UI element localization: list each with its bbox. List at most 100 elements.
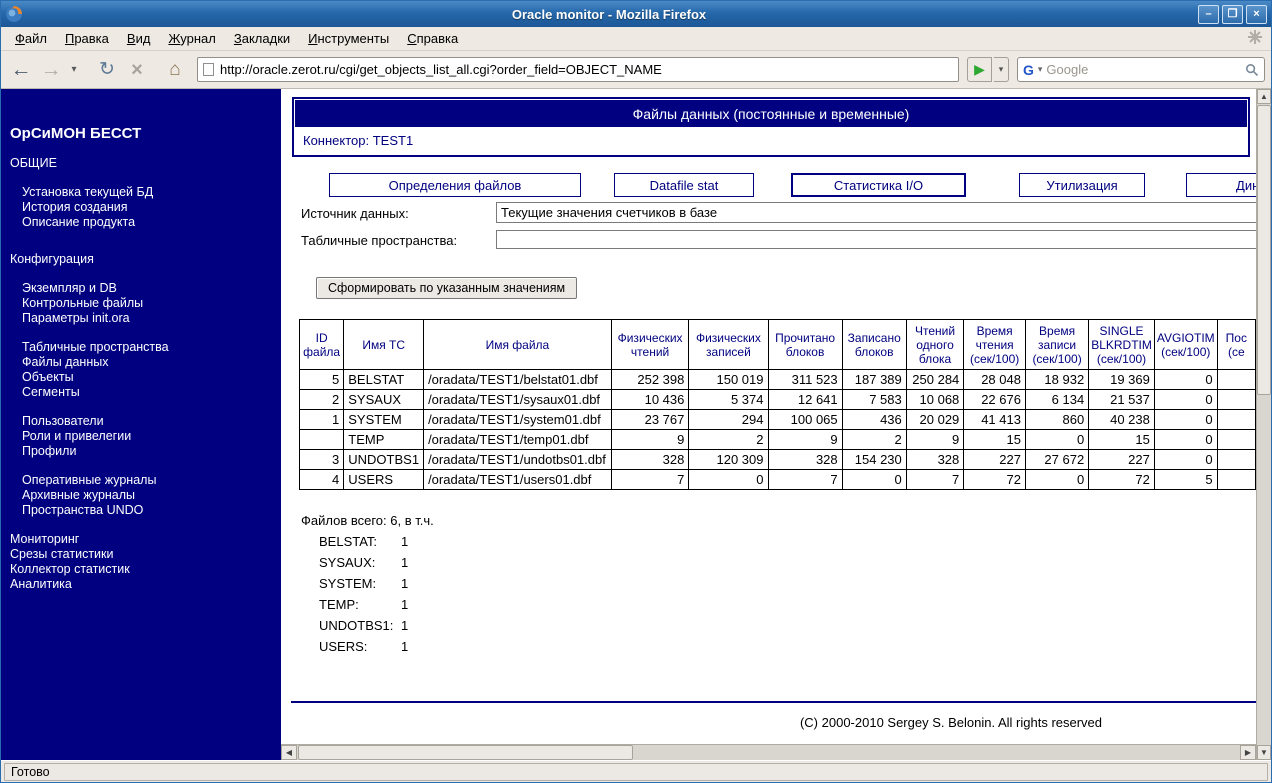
menu-item[interactable]: Вид (118, 28, 160, 49)
horizontal-scrollbar[interactable]: ◀ ▶ (281, 744, 1256, 760)
sidebar-link[interactable]: Файлы данных (10, 355, 277, 370)
magnifier-icon[interactable] (1245, 63, 1259, 77)
window-title: Oracle monitor - Mozilla Firefox (511, 6, 707, 22)
table-cell: 23 767 (610, 409, 690, 430)
table-cell: 12 641 (767, 389, 843, 410)
sidebar-link[interactable]: Контрольные файлы (10, 296, 277, 311)
copyright-text: (C) 2000-2010 Sergey S. Belonin. All rig… (799, 715, 1103, 730)
table-cell: 5 374 (688, 389, 769, 410)
table-cell: 28 048 (963, 369, 1026, 390)
tab[interactable]: Утилизация (1019, 173, 1145, 197)
table-cell: 5 (298, 369, 345, 390)
back-button[interactable]: ← (7, 55, 35, 85)
scroll-up-icon[interactable]: ▲ (1257, 89, 1271, 104)
reload-button[interactable]: ↻ (93, 55, 121, 85)
firefox-icon (5, 5, 23, 23)
table-cell: 7 (610, 469, 690, 490)
table-cell: 7 (905, 469, 965, 490)
table-cell: 9 (905, 429, 965, 450)
minimize-button[interactable]: – (1198, 4, 1219, 24)
table-cell: /oradata/TEST1/sysaux01.dbf (423, 389, 612, 410)
table-cell: 15 (963, 429, 1026, 450)
sidebar-link[interactable]: Архивные журналы (10, 488, 277, 503)
table-cell: /oradata/TEST1/temp01.dbf (423, 429, 612, 450)
url-input[interactable] (220, 62, 953, 77)
table-cell: 328 (767, 449, 843, 470)
menubar: Файл Правка Вид Журнал Закладки Инструменты Сп… (1, 27, 1271, 51)
search-engine-icon[interactable]: G (1023, 62, 1034, 78)
tab[interactable]: Статистика I/O (791, 173, 966, 197)
sidebar-title: ОрСиМОН БЕССТ (10, 125, 142, 142)
search-input[interactable]: Google (1046, 62, 1241, 77)
sidebar-link[interactable]: Пространства UNDO (10, 503, 277, 518)
table-cell: SYSTEM (343, 409, 425, 430)
go-dropdown-icon[interactable]: ▾ (994, 57, 1009, 82)
menu-item[interactable]: Справка (398, 28, 467, 49)
horizontal-scroll-thumb[interactable] (298, 745, 633, 760)
table-row: 5 BELSTAT/oradata/TEST1/belstat01.dbf 252 … (298, 369, 1256, 390)
menu-item[interactable]: Правка (56, 28, 118, 49)
summary-row: SYSTEM: 1 (319, 576, 408, 591)
stop-button[interactable]: × (123, 55, 151, 85)
table-cell (1216, 449, 1256, 470)
scroll-left-icon[interactable]: ◀ (281, 745, 297, 760)
sidebar-link[interactable]: Профили (10, 444, 277, 459)
table-cell: 40 238 (1088, 409, 1155, 430)
sidebar-link[interactable]: Пользователи (10, 414, 277, 429)
history-dropdown-icon[interactable]: ▾ (67, 55, 81, 85)
url-bar[interactable] (197, 57, 959, 82)
datafile-table: ID файла Имя ТС Имя файла Физических чтений… (298, 319, 1256, 490)
tab[interactable]: Определения файлов (329, 173, 581, 197)
close-button[interactable]: × (1246, 4, 1267, 24)
column-header: Имя ТС (343, 319, 425, 370)
summary-title: Файлов всего: 6, в т.ч. (301, 513, 434, 528)
menu-item[interactable]: Закладки (225, 28, 299, 49)
column-header: AVGIOTIM (сек/100) (1153, 319, 1218, 370)
sidebar-link[interactable]: Параметры init.ora (10, 311, 277, 326)
sidebar-link[interactable]: Оперативные журналы (10, 473, 277, 488)
table-cell: BELSTAT (343, 369, 425, 390)
sidebar-link[interactable]: Коллектор статистик (10, 562, 277, 577)
tablespaces-input[interactable] (496, 230, 1256, 249)
vertical-scroll-thumb[interactable] (1257, 105, 1271, 395)
scroll-right-icon[interactable]: ▶ (1240, 745, 1256, 760)
source-select[interactable]: Текущие значения счетчиков в базе (496, 202, 1256, 223)
sidebar-link[interactable]: Аналитика (10, 577, 277, 592)
go-button[interactable]: ▶ (967, 57, 992, 82)
table-row: 4 USERS/oradata/TEST1/users01.dbf 7 0 7 0 7 72 0… (298, 469, 1256, 490)
sidebar-link[interactable]: Роли и привелегии (10, 429, 277, 444)
sidebar-link[interactable]: Установка текущей БД (10, 185, 277, 200)
search-box[interactable]: G ▾ Google (1017, 57, 1265, 82)
menu-item[interactable]: Журнал (159, 28, 224, 49)
table-cell: 294 (688, 409, 769, 430)
sidebar-link[interactable]: Срезы статистики (10, 547, 277, 562)
table-cell: 7 583 (841, 389, 907, 410)
column-header: Пос (се (1216, 319, 1256, 370)
summary-row: TEMP: 1 (319, 597, 408, 612)
sidebar-link[interactable]: Экземпляр и DB (10, 281, 277, 296)
sidebar-link[interactable]: Объекты (10, 370, 277, 385)
scroll-down-icon[interactable]: ▼ (1257, 745, 1271, 760)
page-viewport: Файлы данных (постоянные и временные) Ко… (281, 89, 1256, 744)
summary-row: SYSAUX: 1 (319, 555, 408, 570)
summary-label: BELSTAT: (319, 534, 378, 549)
sidebar-link[interactable]: Табличные пространства (10, 340, 277, 355)
menu-item[interactable]: Инструменты (299, 28, 398, 49)
table-cell: 0 (688, 469, 769, 490)
tab[interactable]: Datafile stat (614, 173, 754, 197)
sidebar-link[interactable]: Сегменты (10, 385, 277, 400)
search-engine-dropdown-icon[interactable]: ▾ (1038, 64, 1043, 75)
vertical-scrollbar[interactable]: ▲ ▼ (1256, 89, 1271, 760)
table-cell (298, 429, 345, 450)
home-button[interactable]: ⌂ (161, 55, 189, 85)
menu-item[interactable]: Файл (6, 28, 56, 49)
sidebar-link[interactable]: История создания (10, 200, 277, 215)
table-cell: 41 413 (963, 409, 1026, 430)
table-row: 2 SYSAUX/oradata/TEST1/sysaux01.dbf 10 436… (298, 389, 1256, 410)
generate-button[interactable]: Сформировать по указанным значениям (316, 277, 578, 299)
sidebar-link[interactable]: Описание продукта (10, 215, 277, 230)
tab[interactable]: Динамика (1186, 173, 1256, 197)
forward-button[interactable]: → (37, 55, 65, 85)
table-cell: /oradata/TEST1/undotbs01.dbf (423, 449, 612, 470)
maximize-button[interactable]: ❐ (1222, 4, 1243, 24)
